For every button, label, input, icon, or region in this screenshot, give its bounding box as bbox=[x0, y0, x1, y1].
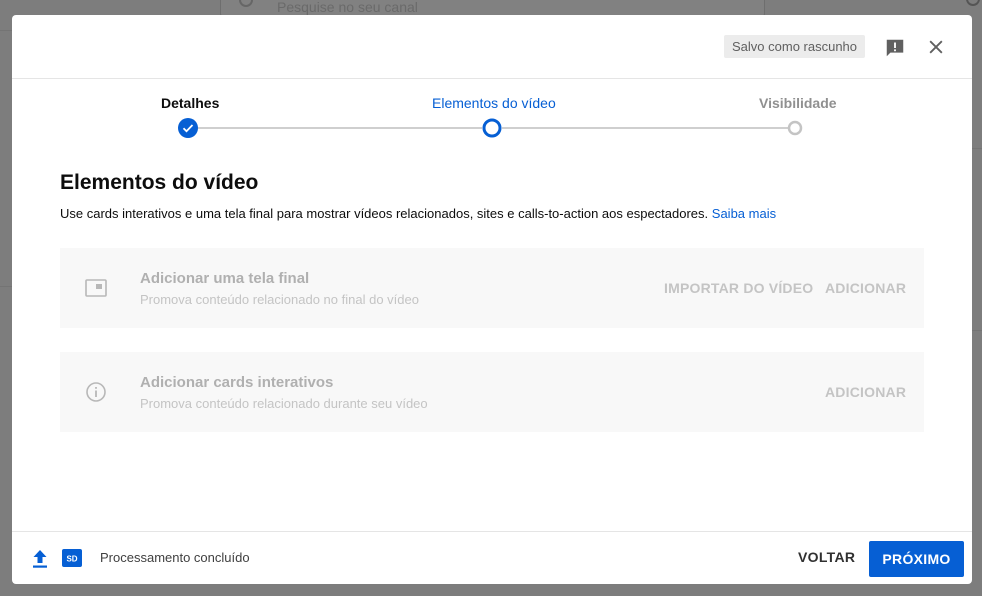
interactive-cards-subtitle: Promova conteúdo relacionado durante seu… bbox=[140, 396, 428, 411]
search-icon bbox=[239, 0, 253, 7]
back-button[interactable]: VOLTAR bbox=[798, 549, 855, 565]
upload-stepper: Detalhes Elementos do vídeo Visibilidade bbox=[12, 79, 972, 159]
next-button[interactable]: PRÓXIMO bbox=[869, 541, 964, 577]
end-screen-title: Adicionar uma tela final bbox=[140, 270, 310, 287]
help-icon bbox=[966, 0, 980, 6]
interactive-cards-card: Adicionar cards interativos Promova cont… bbox=[60, 352, 924, 432]
step-pending-dot-icon[interactable] bbox=[787, 120, 803, 136]
processing-status: Processamento concluído bbox=[100, 550, 250, 565]
interactive-cards-title: Adicionar cards interativos bbox=[140, 374, 334, 391]
step-details-label[interactable]: Detalhes bbox=[161, 95, 219, 111]
sd-quality-icon[interactable]: SD bbox=[62, 549, 82, 567]
upload-dialog: Salvo como rascunho Detalhes Elementos d… bbox=[12, 15, 972, 584]
background-search-bar: Pesquise no seu canal bbox=[220, 0, 765, 16]
dialog-footer: SD Processamento concluído VOLTAR PRÓXIM… bbox=[12, 531, 972, 584]
end-screen-card: Adicionar uma tela final Promova conteúd… bbox=[60, 248, 924, 328]
stepper-track bbox=[198, 127, 482, 129]
import-from-video-button[interactable]: IMPORTAR DO VÍDEO bbox=[664, 280, 813, 296]
add-interactive-cards-button[interactable]: ADICIONAR bbox=[825, 384, 906, 400]
section-description: Use cards interativos e uma tela final p… bbox=[60, 206, 776, 221]
step-video-elements-label[interactable]: Elementos do vídeo bbox=[432, 95, 556, 111]
step-complete-check-icon[interactable] bbox=[178, 118, 198, 138]
background-search-placeholder: Pesquise no seu canal bbox=[277, 0, 418, 15]
background-divider bbox=[0, 30, 12, 31]
learn-more-link[interactable]: Saiba mais bbox=[712, 206, 776, 221]
background-divider bbox=[972, 148, 982, 149]
close-icon[interactable] bbox=[926, 37, 946, 57]
add-end-screen-button[interactable]: ADICIONAR bbox=[825, 280, 906, 296]
sd-badge-text: SD bbox=[66, 555, 77, 564]
info-icon bbox=[86, 382, 106, 402]
draft-status-badge: Salvo como rascunho bbox=[724, 35, 866, 58]
end-screen-icon bbox=[85, 279, 107, 297]
stepper-track bbox=[502, 127, 792, 129]
section-title: Elementos do vídeo bbox=[60, 171, 259, 194]
end-screen-subtitle: Promova conteúdo relacionado no final do… bbox=[140, 292, 419, 307]
background-divider bbox=[972, 330, 982, 331]
step-active-dot-icon[interactable] bbox=[482, 118, 502, 138]
upload-icon[interactable] bbox=[30, 548, 50, 570]
feedback-icon[interactable] bbox=[884, 37, 906, 59]
background-divider bbox=[0, 286, 12, 287]
dialog-header: Salvo como rascunho bbox=[12, 15, 972, 79]
section-description-text: Use cards interativos e uma tela final p… bbox=[60, 206, 709, 221]
step-visibility-label[interactable]: Visibilidade bbox=[759, 95, 837, 111]
